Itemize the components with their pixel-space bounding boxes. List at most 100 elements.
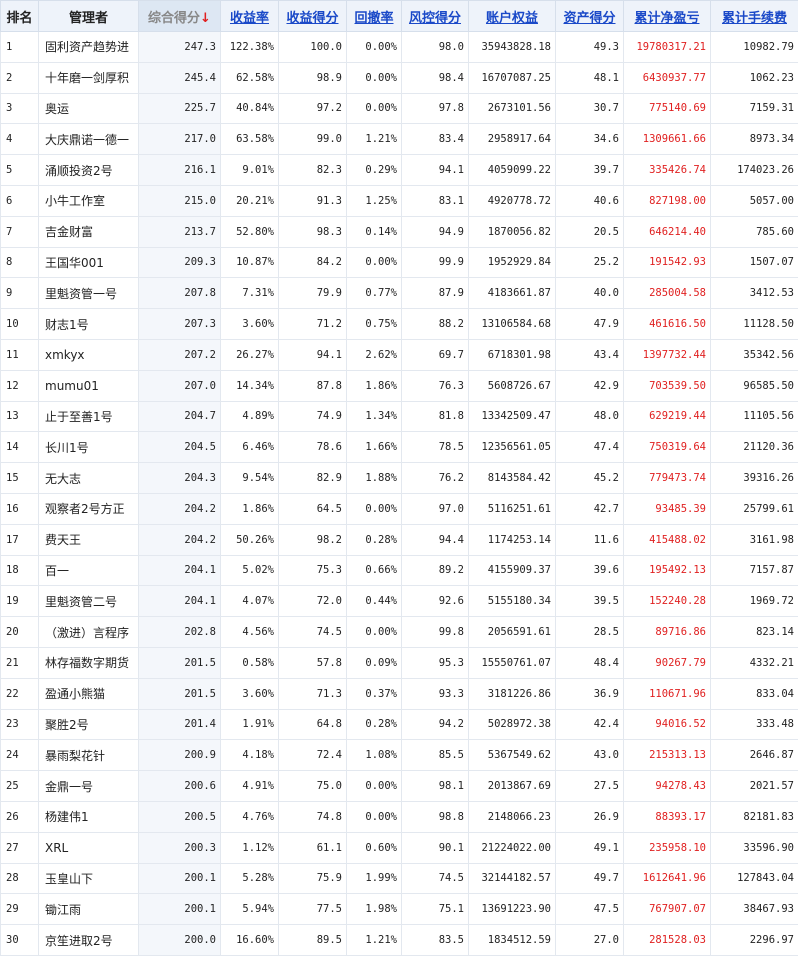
table-row[interactable]: 9里魁资管一号207.87.31%79.90.77%87.94183661.87… — [1, 278, 798, 309]
cell-total-score: 245.4 — [139, 62, 221, 93]
cell-manager[interactable]: 里魁资管二号 — [39, 586, 139, 617]
table-row[interactable]: 17费天王204.250.26%98.20.28%94.41174253.141… — [1, 524, 798, 555]
header-cum-fee-label[interactable]: 累计手续费 — [722, 11, 787, 26]
cell-manager[interactable]: 止于至善1号 — [39, 401, 139, 432]
cell-manager[interactable]: 十年磨一剑厚积 — [39, 62, 139, 93]
header-drawdown[interactable]: 回撤率 — [347, 1, 402, 32]
table-row[interactable]: 28玉皇山下200.15.28%75.91.99%74.532144182.57… — [1, 863, 798, 894]
table-row[interactable]: 4大庆鼎诺一德一217.063.58%99.01.21%83.42958917.… — [1, 124, 798, 155]
cell-manager[interactable]: 费天王 — [39, 524, 139, 555]
cell-manager[interactable]: 聚胜2号 — [39, 709, 139, 740]
cell-drawdown: 0.28% — [347, 524, 402, 555]
cell-manager[interactable]: 杨建伟1 — [39, 801, 139, 832]
cell-equity: 32144182.57 — [469, 863, 556, 894]
table-row[interactable]: 30京笙进取2号200.016.60%89.51.21%83.51834512.… — [1, 925, 798, 956]
cell-manager[interactable]: 吉金财富 — [39, 216, 139, 247]
cell-cum-pnl: 93485.39 — [624, 493, 711, 524]
cell-rank: 15 — [1, 463, 39, 494]
cell-manager[interactable]: 百一 — [39, 555, 139, 586]
header-return-score-label[interactable]: 收益得分 — [286, 11, 338, 26]
cell-return-rate: 26.27% — [221, 339, 279, 370]
cell-asset-score: 42.9 — [556, 370, 624, 401]
cell-risk-score: 85.5 — [402, 740, 469, 771]
cell-drawdown: 2.62% — [347, 339, 402, 370]
cell-cum-pnl: 235958.10 — [624, 832, 711, 863]
cell-manager[interactable]: 长川1号 — [39, 432, 139, 463]
table-row[interactable]: 26杨建伟1200.54.76%74.80.00%98.82148066.232… — [1, 801, 798, 832]
table-row[interactable]: 27XRL200.31.12%61.10.60%90.121224022.004… — [1, 832, 798, 863]
header-risk-score[interactable]: 风控得分 — [402, 1, 469, 32]
table-row[interactable]: 12mumu01207.014.34%87.81.86%76.35608726.… — [1, 370, 798, 401]
header-asset-score-label[interactable]: 资产得分 — [563, 11, 615, 26]
cell-manager[interactable]: 小牛工作室 — [39, 185, 139, 216]
table-row[interactable]: 29锄江雨200.15.94%77.51.98%75.113691223.904… — [1, 894, 798, 925]
cell-total-score: 247.3 — [139, 32, 221, 63]
cell-manager[interactable]: 无大志 — [39, 463, 139, 494]
table-row[interactable]: 20（激进）言程序202.84.56%74.50.00%99.82056591.… — [1, 617, 798, 648]
cell-equity: 12356561.05 — [469, 432, 556, 463]
table-row[interactable]: 18百一204.15.02%75.30.66%89.24155909.3739.… — [1, 555, 798, 586]
table-row[interactable]: 16观察者2号方正204.21.86%64.50.00%97.05116251.… — [1, 493, 798, 524]
table-row[interactable]: 3奥运225.740.84%97.20.00%97.82673101.5630.… — [1, 93, 798, 124]
table-row[interactable]: 8王国华001209.310.87%84.20.00%99.91952929.8… — [1, 247, 798, 278]
cell-manager[interactable]: 固利资产趋势进 — [39, 32, 139, 63]
cell-manager[interactable]: xmkyx — [39, 339, 139, 370]
cell-manager[interactable]: 王国华001 — [39, 247, 139, 278]
header-cum-fee[interactable]: 累计手续费 — [711, 1, 798, 32]
cell-total-score: 200.6 — [139, 771, 221, 802]
header-drawdown-label[interactable]: 回撤率 — [354, 11, 393, 26]
header-equity-label[interactable]: 账户权益 — [486, 11, 538, 26]
table-row[interactable]: 15无大志204.39.54%82.91.88%76.28143584.4245… — [1, 463, 798, 494]
table-row[interactable]: 10财志1号207.33.60%71.20.75%88.213106584.68… — [1, 309, 798, 340]
header-equity[interactable]: 账户权益 — [469, 1, 556, 32]
table-row[interactable]: 7吉金财富213.752.80%98.30.14%94.91870056.822… — [1, 216, 798, 247]
table-row[interactable]: 5涌顺投资2号216.19.01%82.30.29%94.14059099.22… — [1, 155, 798, 186]
header-asset-score[interactable]: 资产得分 — [556, 1, 624, 32]
cell-manager[interactable]: 金鼎一号 — [39, 771, 139, 802]
cell-manager[interactable]: （激进）言程序 — [39, 617, 139, 648]
cell-manager[interactable]: XRL — [39, 832, 139, 863]
header-return-rate[interactable]: 收益率 — [221, 1, 279, 32]
header-cum-pnl[interactable]: 累计净盈亏 — [624, 1, 711, 32]
cell-manager[interactable]: 财志1号 — [39, 309, 139, 340]
cell-asset-score: 48.0 — [556, 401, 624, 432]
table-row[interactable]: 21林存福数字期货201.50.58%57.80.09%95.315550761… — [1, 647, 798, 678]
cell-manager[interactable]: 大庆鼎诺一德一 — [39, 124, 139, 155]
table-row[interactable]: 6小牛工作室215.020.21%91.31.25%83.14920778.72… — [1, 185, 798, 216]
cell-manager[interactable]: 京笙进取2号 — [39, 925, 139, 956]
cell-cum-fee: 33596.90 — [711, 832, 798, 863]
cell-manager[interactable]: 奥运 — [39, 93, 139, 124]
cell-return-rate: 3.60% — [221, 309, 279, 340]
table-row[interactable]: 19里魁资管二号204.14.07%72.00.44%92.65155180.3… — [1, 586, 798, 617]
cell-manager[interactable]: 暴雨梨花针 — [39, 740, 139, 771]
cell-manager[interactable]: 锄江雨 — [39, 894, 139, 925]
table-row[interactable]: 23聚胜2号201.41.91%64.80.28%94.25028972.384… — [1, 709, 798, 740]
cell-manager[interactable]: mumu01 — [39, 370, 139, 401]
header-risk-score-label[interactable]: 风控得分 — [409, 11, 461, 26]
cell-manager[interactable]: 林存福数字期货 — [39, 647, 139, 678]
cell-manager[interactable]: 涌顺投资2号 — [39, 155, 139, 186]
cell-total-score: 209.3 — [139, 247, 221, 278]
cell-return-rate: 4.89% — [221, 401, 279, 432]
table-row[interactable]: 25金鼎一号200.64.91%75.00.00%98.12013867.692… — [1, 771, 798, 802]
table-row[interactable]: 24暴雨梨花针200.94.18%72.41.08%85.55367549.62… — [1, 740, 798, 771]
table-row[interactable]: 2十年磨一剑厚积245.462.58%98.90.00%98.416707087… — [1, 62, 798, 93]
cell-risk-score: 98.4 — [402, 62, 469, 93]
table-row[interactable]: 22盈通小熊猫201.53.60%71.30.37%93.33181226.86… — [1, 678, 798, 709]
cell-manager[interactable]: 玉皇山下 — [39, 863, 139, 894]
cell-return-score: 75.0 — [279, 771, 347, 802]
cell-cum-fee: 1969.72 — [711, 586, 798, 617]
table-row[interactable]: 11xmkyx207.226.27%94.12.62%69.76718301.9… — [1, 339, 798, 370]
cell-manager[interactable]: 里魁资管一号 — [39, 278, 139, 309]
table-row[interactable]: 1固利资产趋势进247.3122.38%100.00.00%98.0359438… — [1, 32, 798, 63]
cell-manager[interactable]: 盈通小熊猫 — [39, 678, 139, 709]
header-cum-pnl-label[interactable]: 累计净盈亏 — [634, 11, 699, 26]
header-total-score[interactable]: 综合得分↓ — [139, 1, 221, 32]
header-return-rate-label[interactable]: 收益率 — [230, 11, 269, 26]
table-row[interactable]: 13止于至善1号204.74.89%74.91.34%81.813342509.… — [1, 401, 798, 432]
cell-manager[interactable]: 观察者2号方正 — [39, 493, 139, 524]
header-return-score[interactable]: 收益得分 — [279, 1, 347, 32]
table-row[interactable]: 14长川1号204.56.46%78.61.66%78.512356561.05… — [1, 432, 798, 463]
header-total-score-label[interactable]: 综合得分 — [148, 11, 200, 26]
cell-asset-score: 42.7 — [556, 493, 624, 524]
